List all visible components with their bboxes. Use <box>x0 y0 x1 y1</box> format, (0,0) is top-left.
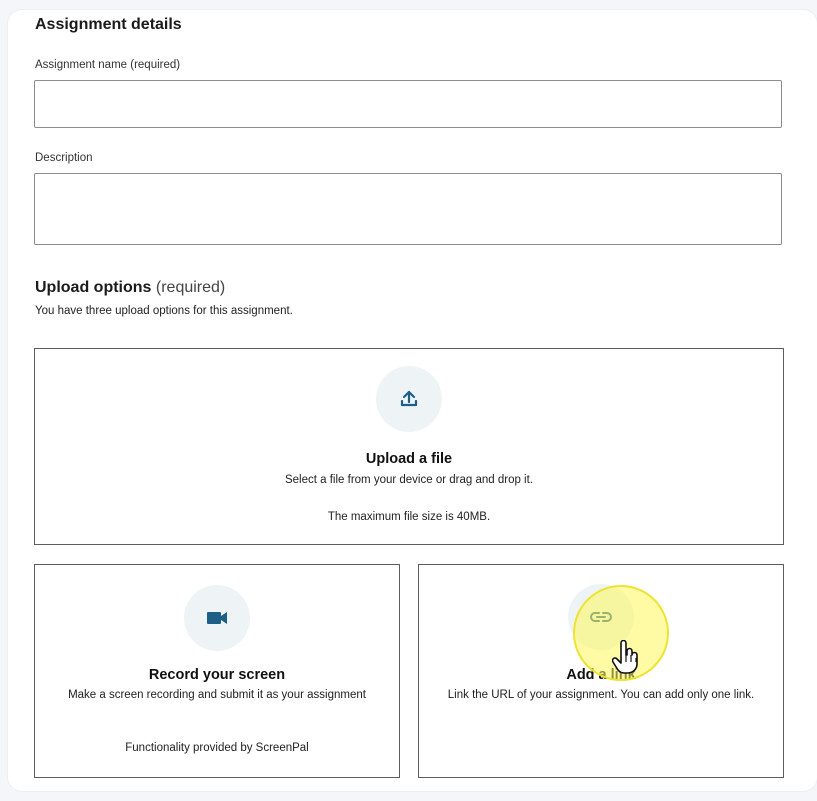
upload-file-title: Upload a file <box>365 451 453 467</box>
assignment-name-label: Assignment name (required) <box>35 59 181 71</box>
record-icon-circle <box>184 585 250 651</box>
assignment-details-heading: Assignment details <box>35 16 182 33</box>
link-icon-circle <box>568 584 634 650</box>
upload-file-option[interactable]: Upload a file Select a file from your de… <box>34 348 784 545</box>
upload-icon-circle <box>376 366 442 432</box>
upload-file-note: The maximum file size is 40MB. <box>327 511 491 523</box>
link-icon <box>590 612 612 622</box>
video-camera-icon <box>207 612 227 624</box>
record-screen-option[interactable]: Record your screen Make a screen recordi… <box>34 564 400 778</box>
upload-options-subtitle: You have three upload options for this a… <box>35 305 293 317</box>
record-screen-description: Make a screen recording and submit it as… <box>68 689 366 701</box>
description-label: Description <box>35 152 93 164</box>
description-textarea[interactable] <box>34 173 782 245</box>
add-link-description: Link the URL of your assignment. You can… <box>447 689 755 701</box>
record-screen-note: Functionality provided by ScreenPal <box>125 742 309 754</box>
record-screen-title: Record your screen <box>148 667 286 683</box>
add-link-title: Add a link <box>566 667 636 683</box>
upload-options-required: (required) <box>155 279 226 296</box>
upload-options-heading: Upload options (required) <box>35 279 225 297</box>
upload-options-title: Upload options <box>35 279 152 296</box>
upload-icon <box>400 390 418 407</box>
add-link-option[interactable]: Add a link Link the URL of your assignme… <box>418 564 784 778</box>
assignment-name-input[interactable] <box>34 80 782 128</box>
upload-file-description: Select a file from your device or drag a… <box>284 474 533 486</box>
